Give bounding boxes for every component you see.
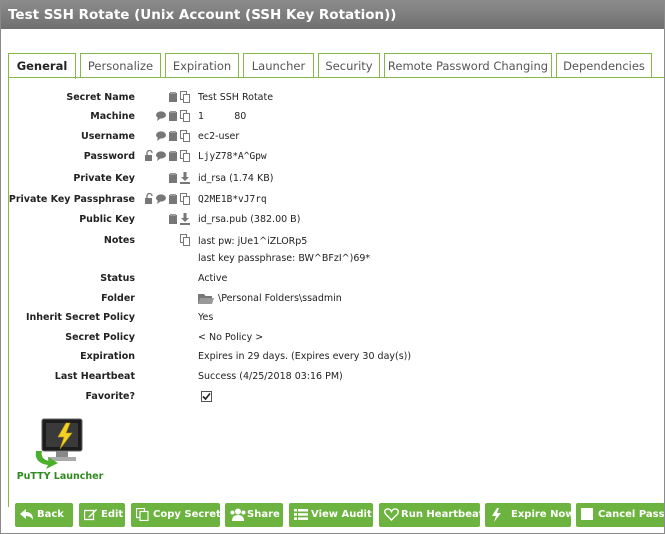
row-private-key-passphrase: Private Key Passphrase Q2ME1B*vJ7rq <box>1 192 664 208</box>
field-label: Machine <box>90 111 135 122</box>
comment-icon[interactable] <box>156 110 166 122</box>
last-heartbeat-value: Success (4/25/2018 03:16 PM) <box>198 371 343 382</box>
field-label: Expiration <box>80 351 135 362</box>
copy-secret-icon <box>136 508 149 521</box>
copy-secret-button[interactable]: Copy Secret <box>131 503 220 527</box>
row-inherit-secret-policy: Inherit Secret Policy Yes <box>1 310 664 326</box>
tab-general[interactable]: General <box>8 53 76 79</box>
machine-value: 1 80 <box>198 111 247 122</box>
view-icon[interactable] <box>168 172 178 184</box>
copy-icon[interactable] <box>180 193 190 205</box>
action-bar: Back Edit Copy Secret Share View Audit R… <box>15 503 664 527</box>
field-label: Secret Name <box>66 92 135 103</box>
row-public-key: Public Key id_rsa.pub (382.00 B) <box>1 212 664 228</box>
row-secret-name: Secret Name Test SSH Rotate <box>1 90 664 106</box>
putty-launcher-label: PuTTY Launcher <box>16 471 104 482</box>
tab-expiration[interactable]: Expiration <box>165 53 239 77</box>
view-icon[interactable] <box>168 213 178 225</box>
field-label: Favorite? <box>85 391 136 402</box>
copy-icon[interactable] <box>180 150 190 162</box>
unlock-icon[interactable] <box>144 150 154 162</box>
share-button[interactable]: Share <box>225 503 283 527</box>
field-label: Inherit Secret Policy <box>25 312 135 323</box>
run-heartbeat-button[interactable]: Run Heartbeat <box>379 503 480 527</box>
view-icon[interactable] <box>168 193 178 205</box>
download-icon[interactable] <box>180 172 190 184</box>
row-secret-policy: Secret Policy < No Policy > <box>1 330 664 346</box>
row-machine: Machine 1 80 <box>1 109 664 125</box>
public-key-link[interactable]: id_rsa.pub (382.00 B) <box>198 212 300 228</box>
field-label: Secret Policy <box>65 332 135 343</box>
back-arrow-icon <box>20 509 33 520</box>
row-password: Password LjyZ78*A^Gpw <box>1 149 664 165</box>
heart-icon <box>384 508 399 521</box>
field-label: Username <box>80 131 135 142</box>
inherit-secret-policy-value: Yes <box>198 312 214 323</box>
row-username: Username ec2-user <box>1 129 664 145</box>
putty-icon <box>35 418 83 469</box>
expiration-value: Expires in 29 days. (Expires every 30 da… <box>198 351 412 362</box>
field-label: Last Heartbeat <box>54 371 135 382</box>
copy-icon[interactable] <box>180 91 190 103</box>
field-label: Private Key <box>73 173 135 184</box>
notes-line-1: last pw: jUe1^iZLORp5 <box>198 236 308 247</box>
copy-icon[interactable] <box>180 130 190 142</box>
view-icon[interactable] <box>168 110 178 122</box>
row-last-heartbeat: Last Heartbeat Success (4/25/2018 03:16 … <box>1 369 664 385</box>
edit-button[interactable]: Edit <box>79 503 125 527</box>
secret-window: Test SSH Rotate (Unix Account (SSH Key R… <box>0 0 665 534</box>
field-label: Public Key <box>79 214 135 225</box>
notes-line-2: last key passphrase: BW^BFzI^)69* <box>198 253 371 264</box>
tab-launcher[interactable]: Launcher <box>243 53 314 77</box>
edit-icon <box>84 509 97 521</box>
status-value: Active <box>198 273 228 284</box>
tab-personalize[interactable]: Personalize <box>80 53 161 77</box>
copy-icon[interactable] <box>180 110 190 122</box>
secret-name-value: Test SSH Rotate <box>198 92 274 103</box>
private-key-passphrase-value: Q2ME1B*vJ7rq <box>198 194 267 205</box>
field-label: Folder <box>101 293 135 304</box>
lightning-icon <box>492 508 501 522</box>
row-private-key: Private Key id_rsa (1.74 KB) <box>1 171 664 187</box>
folder-value: \Personal Folders\ssadmin <box>218 293 342 304</box>
row-expiration: Expiration Expires in 29 days. (Expires … <box>1 349 664 365</box>
tab-remote-password-changing[interactable]: Remote Password Changing <box>384 53 552 77</box>
list-icon <box>294 509 308 520</box>
field-label: Password <box>83 151 135 162</box>
row-status: Status Active <box>1 271 664 287</box>
users-icon <box>230 508 246 521</box>
comment-icon[interactable] <box>156 193 166 205</box>
view-icon[interactable] <box>168 150 178 162</box>
copy-icon[interactable] <box>180 234 190 246</box>
comment-icon[interactable] <box>156 150 166 162</box>
back-button[interactable]: Back <box>15 503 73 527</box>
view-icon[interactable] <box>168 130 178 142</box>
view-audit-button[interactable]: View Audit <box>289 503 373 527</box>
field-label: Status <box>100 273 135 284</box>
field-label: Private Key Passphrase <box>8 194 135 205</box>
tab-dependencies[interactable]: Dependencies <box>556 53 652 77</box>
unlock-icon[interactable] <box>144 193 154 205</box>
tab-security[interactable]: Security <box>318 53 380 77</box>
username-value: ec2-user <box>198 131 240 142</box>
view-icon[interactable] <box>168 91 178 103</box>
secret-policy-value: < No Policy > <box>198 332 264 343</box>
row-folder: Folder \Personal Folders\ssadmin <box>1 291 664 307</box>
putty-launcher[interactable]: PuTTY Launcher <box>15 417 105 487</box>
field-label: Notes <box>103 235 135 246</box>
row-favorite: Favorite? <box>1 389 664 405</box>
private-key-link[interactable]: id_rsa (1.74 KB) <box>198 171 273 187</box>
download-icon[interactable] <box>180 213 190 225</box>
comment-icon[interactable] <box>156 130 166 142</box>
cancel-password-button[interactable]: Cancel Passw <box>576 503 664 527</box>
expire-now-button[interactable]: Expire Now <box>485 503 571 527</box>
favorite-checkbox[interactable] <box>201 391 212 402</box>
window-title: Test SSH Rotate (Unix Account (SSH Key R… <box>1 1 664 29</box>
stop-square-icon <box>581 508 593 520</box>
folder-icon <box>198 294 214 304</box>
password-value: LjyZ78*A^Gpw <box>198 151 267 162</box>
row-notes: Notes last pw: jUe1^iZLORp5 last key pas… <box>1 233 664 267</box>
